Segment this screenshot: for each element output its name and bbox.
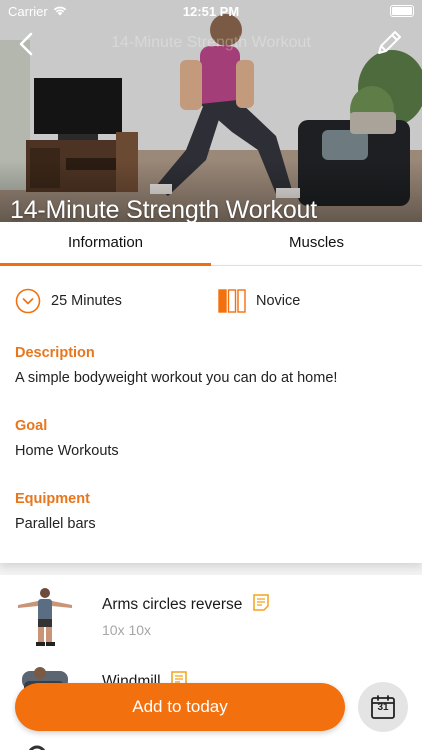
description-label: Description <box>15 345 95 361</box>
goal-label: Goal <box>15 418 48 434</box>
difficulty-bars-icon <box>218 289 246 313</box>
back-button[interactable] <box>14 30 42 58</box>
schedule-calendar-button[interactable]: 31 <box>358 682 408 732</box>
equipment-label: Equipment <box>15 491 90 507</box>
next-exercise-thumbnail-edge <box>29 745 45 750</box>
battery-icon <box>390 5 414 17</box>
level-row: Novice <box>218 288 300 314</box>
tab-information[interactable]: Information <box>0 222 211 265</box>
exercise-thumbnail <box>18 588 72 646</box>
workout-title: 14-Minute Strength Workout <box>10 196 317 222</box>
workout-hero-image: Carrier 12:51 PM 14-Minute Strength Work… <box>0 0 422 222</box>
workout-detail-screen: Carrier 12:51 PM 14-Minute Strength Work… <box>0 0 422 750</box>
exercise-name: Arms circles reverse <box>102 594 269 614</box>
exercise-sets: 10x 10x <box>102 622 152 638</box>
exercise-row[interactable]: Arms circles reverse 10x 10x <box>0 575 422 655</box>
goal-value: Home Workouts <box>15 443 119 459</box>
duration-text: 25 Minutes <box>51 293 122 309</box>
calendar-day-number: 31 <box>377 702 389 713</box>
edit-button[interactable] <box>374 28 404 58</box>
clock-chevron-icon <box>15 288 41 314</box>
add-to-today-button[interactable]: Add to today <box>15 683 345 731</box>
status-bar: Carrier 12:51 PM <box>0 0 422 22</box>
equipment-value: Parallel bars <box>15 516 96 532</box>
notes-icon[interactable] <box>252 594 269 611</box>
tab-muscles[interactable]: Muscles <box>211 222 422 265</box>
workout-info-card: 25 Minutes Novice Description A simple b… <box>0 266 422 563</box>
duration-row: 25 Minutes <box>15 288 122 314</box>
tab-bar: Information Muscles <box>0 222 422 266</box>
nav-title: 14-Minute Strength Workout <box>111 34 311 51</box>
status-time: 12:51 PM <box>182 4 240 19</box>
description-value: A simple bodyweight workout you can do a… <box>15 370 338 386</box>
level-text: Novice <box>256 293 301 309</box>
chevron-left-icon <box>19 32 33 56</box>
pencil-icon <box>378 31 401 54</box>
